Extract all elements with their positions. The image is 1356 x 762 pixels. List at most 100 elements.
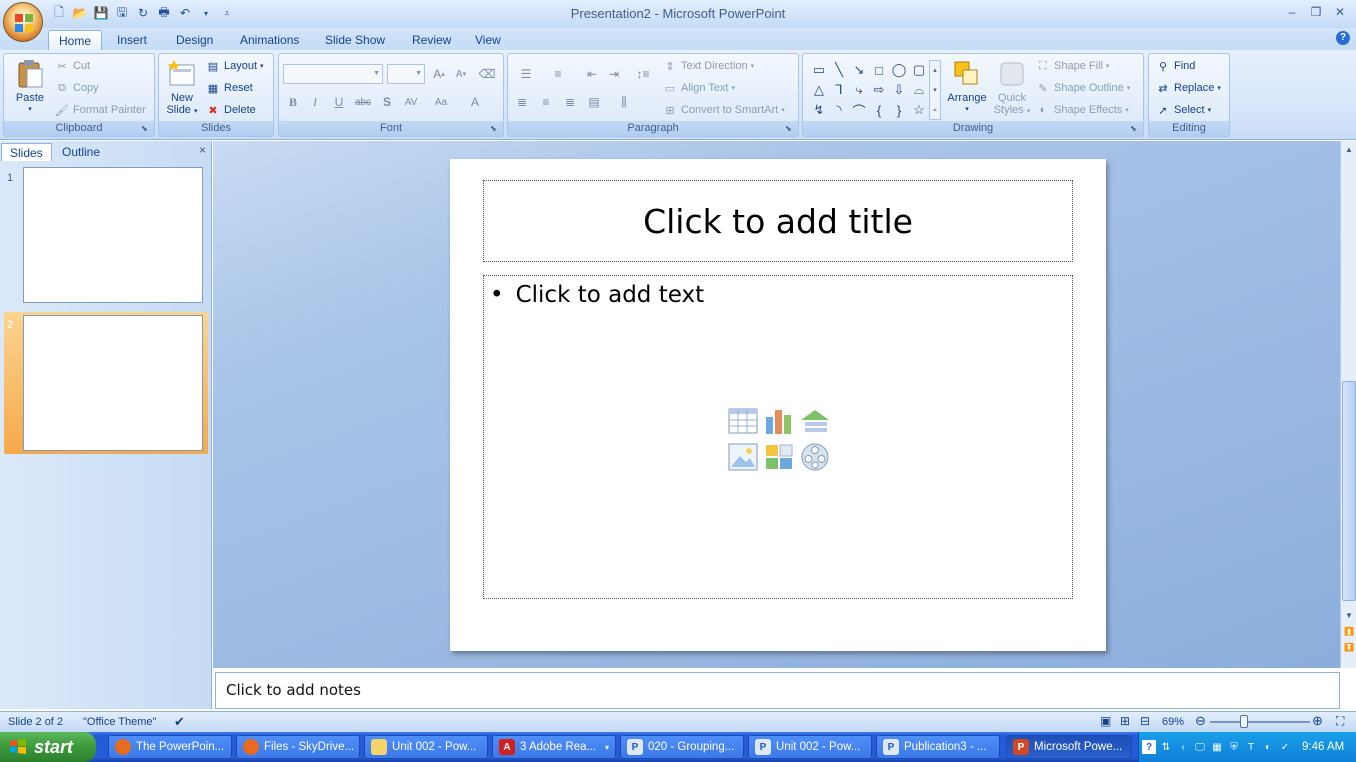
scroll-down-icon[interactable]: ▼	[1342, 609, 1356, 623]
shape-fill-button[interactable]: ⛶ Shape Fill ▾	[1035, 56, 1109, 76]
taskbar-item-firefox-powerpoint[interactable]: The PowerPoin...	[108, 735, 232, 759]
textbox-shape-icon[interactable]: ▭	[809, 60, 829, 80]
underline-button[interactable]: U	[329, 92, 349, 112]
align-center-icon[interactable]: ≡	[536, 92, 556, 112]
slide-show-view-icon[interactable]: ⊟	[1140, 714, 1150, 728]
curve-connector-shape-icon[interactable]: ↯	[809, 100, 829, 120]
zoom-slider[interactable]	[1210, 721, 1310, 723]
left-brace-shape-icon[interactable]: {	[869, 100, 889, 120]
paragraph-launcher-icon[interactable]: ⬊	[785, 124, 795, 134]
content-placeholder[interactable]: • Click to add text	[483, 275, 1073, 599]
cut-button[interactable]: ✂ Cut	[54, 56, 90, 76]
slide-thumbnail-1[interactable]	[23, 167, 203, 303]
elbow-connector-shape-icon[interactable]: ⅂	[829, 80, 849, 100]
justify-icon[interactable]: ▤	[584, 92, 604, 112]
monitor-tray-icon[interactable]: 🖵	[1193, 740, 1207, 754]
increase-indent-icon[interactable]: ⇥	[604, 64, 624, 84]
line-shape-icon[interactable]: ╲	[829, 60, 849, 80]
numbering-icon[interactable]: ≡	[544, 64, 572, 84]
slide-sorter-icon[interactable]: ⊞	[1120, 714, 1130, 728]
rectangle-shape-icon[interactable]: □	[869, 60, 889, 80]
triangle-shape-icon[interactable]: △	[809, 80, 829, 100]
select-button[interactable]: ➚ Select ▾	[1155, 100, 1211, 120]
freeform-shape-icon[interactable]: ⌓	[909, 80, 929, 100]
antivirus-tray-icon[interactable]: ✓	[1278, 740, 1292, 754]
spell-check-icon[interactable]: ✔	[174, 714, 185, 730]
scroll-up-icon[interactable]: ▲	[1342, 143, 1356, 157]
insert-chart-icon[interactable]	[762, 404, 796, 438]
restore-icon[interactable]: ❐	[1304, 2, 1328, 22]
zoom-slider-knob[interactable]	[1240, 715, 1248, 728]
shapes-gallery-scroll[interactable]: ▴ ▾ ⩡	[929, 60, 941, 120]
arrow-line-shape-icon[interactable]: ↘	[849, 60, 869, 80]
taskbar-item-publication3[interactable]: P Publication3 - ...	[876, 735, 1000, 759]
tab-slide-show[interactable]: Slide Show	[315, 30, 395, 50]
insert-smartart-icon[interactable]	[798, 404, 832, 438]
font-launcher-icon[interactable]: ⬊	[490, 124, 500, 134]
oval-shape-icon[interactable]: ◯	[889, 60, 909, 80]
shadow-button[interactable]: S	[377, 92, 397, 112]
minimize-icon[interactable]: –	[1280, 2, 1304, 22]
character-spacing-button[interactable]: AV	[401, 92, 421, 112]
bullets-icon[interactable]: ☰	[512, 64, 540, 84]
shape-effects-button[interactable]: ◐ Shape Effects ▾	[1035, 100, 1129, 120]
align-right-icon[interactable]: ≣	[560, 92, 580, 112]
columns-icon[interactable]: ⫼	[610, 92, 638, 112]
taskbar-item-grouping[interactable]: P 020 - Grouping...	[620, 735, 744, 759]
clear-formatting-icon[interactable]: ⌫	[477, 64, 497, 84]
help-tray-icon[interactable]: ?	[1142, 740, 1156, 754]
clipboard-launcher-icon[interactable]: ⬊	[141, 124, 151, 134]
text-direction-button[interactable]: ⇕ Text Direction ▾	[662, 56, 754, 76]
shape-outline-button[interactable]: ✎ Shape Outline ▾	[1035, 78, 1130, 98]
drawing-launcher-icon[interactable]: ⬊	[1130, 124, 1140, 134]
normal-view-icon[interactable]: ▣	[1100, 714, 1111, 728]
network-tray-icon[interactable]: ⇅	[1159, 740, 1173, 754]
bold-button[interactable]: B	[283, 92, 303, 112]
taskbar-item-unit-folder[interactable]: Unit 002 - Pow...	[364, 735, 488, 759]
font-size-field[interactable]: ▼	[387, 64, 425, 84]
zoom-in-icon[interactable]: ⊕	[1312, 713, 1323, 729]
font-name-field[interactable]: ▼	[283, 64, 383, 84]
help-icon[interactable]: ?	[1336, 31, 1350, 45]
font-color-button[interactable]: A	[465, 92, 485, 112]
right-arrow-shape-icon[interactable]: ⇨	[869, 80, 889, 100]
next-slide-icon[interactable]: ⏬	[1342, 641, 1356, 655]
office-button[interactable]	[3, 2, 43, 42]
show-hidden-icons-icon[interactable]: ‹	[1176, 740, 1190, 754]
taskbar-item-skydrive[interactable]: Files - SkyDrive...	[236, 735, 360, 759]
shapes-gallery[interactable]: ▭ ╲ ↘ □ ◯ ▢ △ ⅂ ⤷ ⇨ ⇩ ⌓ ↯ ◝ ⌒ { } ☆	[809, 60, 929, 120]
shrink-font-icon[interactable]: A ▾	[451, 64, 471, 84]
right-brace-shape-icon[interactable]: }	[889, 100, 909, 120]
delete-button[interactable]: ✖ Delete	[205, 100, 255, 120]
convert-smartart-button[interactable]: ⊞ Convert to SmartArt ▾	[662, 100, 784, 120]
change-case-button[interactable]: Aa	[431, 92, 451, 112]
taskbar-item-adobe-reader[interactable]: A 3 Adobe Rea... ▾	[492, 735, 616, 759]
fit-to-window-icon[interactable]: ⛶	[1336, 714, 1344, 729]
format-painter-button[interactable]: 🖌 Format Painter	[54, 100, 146, 120]
start-button[interactable]: start	[0, 732, 96, 762]
star-shape-icon[interactable]: ☆	[909, 100, 929, 120]
volume-tray-icon[interactable]: ◐	[1261, 740, 1275, 754]
align-text-button[interactable]: ▭ Align Text ▾	[662, 78, 735, 98]
security-tray-icon[interactable]: ⛨	[1227, 740, 1241, 754]
tab-view[interactable]: View	[465, 30, 511, 50]
taskbar-item-powerpoint[interactable]: P Microsoft Powe...	[1006, 735, 1132, 759]
elbow-arrow-shape-icon[interactable]: ⤷	[849, 80, 869, 100]
scrollbar-thumb[interactable]	[1342, 381, 1356, 601]
find-button[interactable]: ⚲ Find	[1155, 56, 1195, 76]
zoom-level[interactable]: 69%	[1162, 716, 1184, 728]
new-slide-button[interactable]: New Slide ▾	[162, 58, 202, 118]
curve-shape-icon[interactable]: ⌒	[849, 100, 869, 120]
tab-slides[interactable]: Slides	[1, 143, 52, 161]
pane-close-icon[interactable]: ×	[199, 143, 206, 157]
layout-button[interactable]: ▤ Layout ▾	[205, 56, 264, 76]
insert-picture-icon[interactable]	[726, 440, 760, 474]
tab-home[interactable]: Home	[48, 30, 103, 50]
arc-shape-icon[interactable]: ◝	[829, 100, 849, 120]
line-spacing-icon[interactable]: ↕≡	[628, 64, 658, 84]
rounded-rect-shape-icon[interactable]: ▢	[909, 60, 929, 80]
tool-tray-icon[interactable]: T	[1244, 740, 1258, 754]
decrease-indent-icon[interactable]: ⇤	[582, 64, 602, 84]
close-icon[interactable]: ✕	[1328, 2, 1352, 22]
tab-animations[interactable]: Animations	[230, 30, 309, 50]
